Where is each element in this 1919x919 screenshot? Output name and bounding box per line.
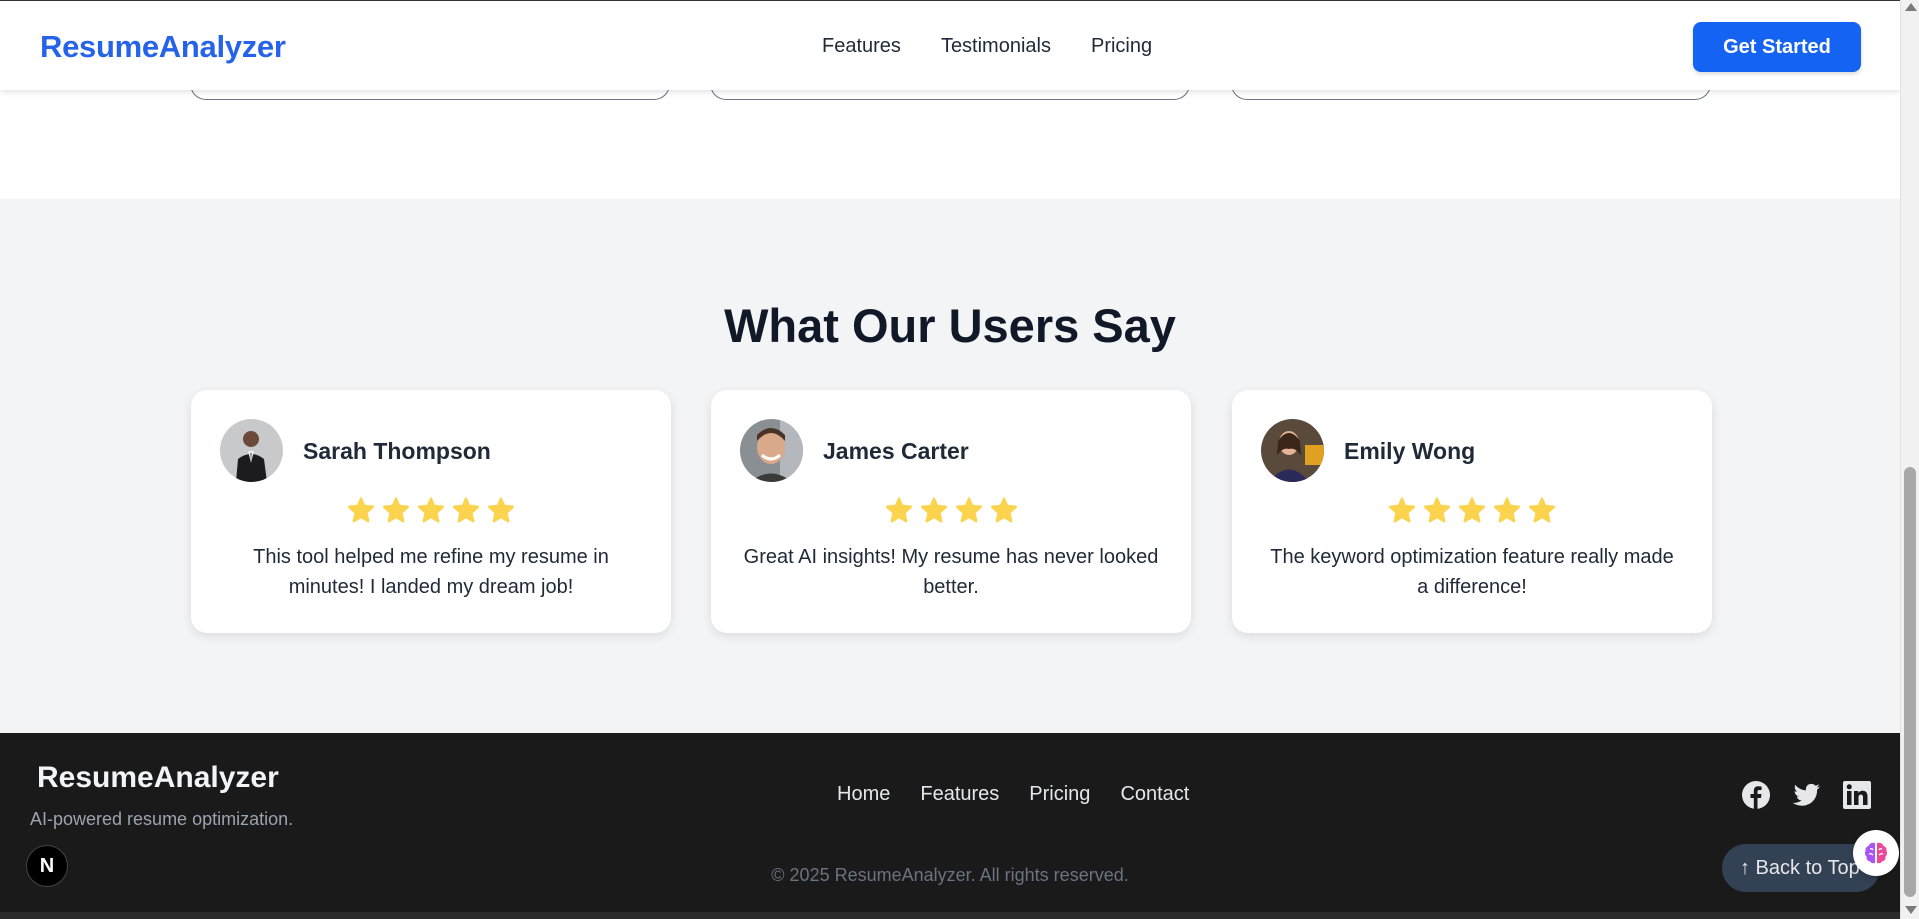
reviewer-name: Sarah Thompson [303,438,491,464]
star-icon [417,497,445,523]
star-icon [487,497,515,523]
copyright-text: © 2025 ResumeAnalyzer. All rights reserv… [771,865,1129,885]
footer-link-home[interactable]: Home [837,783,890,806]
twitter-icon[interactable] [1791,780,1821,810]
assistant-fab[interactable] [1853,830,1899,876]
page-scrollbar[interactable] [1900,0,1919,919]
star-icon [955,497,982,523]
top-navbar: ResumeAnalyzer Features Testimonials Pri… [0,0,1900,90]
reviewer-name: James Carter [823,438,969,464]
star-rating [191,496,671,524]
testimonial-quote: Great AI insights! My resume has never l… [743,546,1159,598]
star-icon [920,497,947,523]
star-icon [1458,497,1486,523]
star-icon [885,497,912,523]
testimonial-card: James Carter Great AI insights! My resum… [711,390,1191,633]
page-viewport: ResumeAnalyzer Features Testimonials Pri… [0,0,1900,919]
nav-link-features[interactable]: Features [822,35,901,58]
brain-icon [1864,842,1888,864]
scroll-up-arrow-icon[interactable] [1905,3,1917,11]
scroll-down-arrow-icon[interactable] [1905,906,1917,914]
footer-link-features[interactable]: Features [920,783,999,806]
avatar [740,419,803,482]
star-icon [382,497,410,523]
testimonial-quote: The keyword optimization feature really … [1270,546,1674,598]
nav-link-pricing[interactable]: Pricing [1091,35,1152,58]
get-started-button[interactable]: Get Started [1693,22,1861,72]
brand-logo[interactable]: ResumeAnalyzer [40,29,286,65]
facebook-icon[interactable] [1741,780,1771,810]
star-icon [1388,497,1416,523]
reviewer-name: Emily Wong [1344,438,1476,464]
scroll-thumb[interactable] [1904,467,1916,897]
testimonial-card: Emily Wong The keyword optimization feat… [1232,390,1712,633]
footer-tagline: AI-powered resume optimization. [30,809,294,829]
footer-links: Home Features Pricing Contact [837,783,1189,806]
nav-links: Features Testimonials Pricing [822,35,1152,58]
star-icon [452,497,480,523]
star-icon [1528,497,1556,523]
star-icon [990,497,1017,523]
footer-brand: ResumeAnalyzer [37,761,279,794]
star-rating [1232,496,1712,524]
star-rating [711,496,1191,524]
avatar [220,419,283,482]
avatar [1261,419,1324,482]
taskbar-strip [0,912,1900,919]
nav-link-testimonials[interactable]: Testimonials [941,35,1051,58]
star-icon [1493,497,1521,523]
footer-link-contact[interactable]: Contact [1120,783,1189,806]
testimonial-quote: This tool helped me refine my resume in … [253,546,609,598]
star-icon [1423,497,1451,523]
testimonial-card: Sarah Thompson This tool helped me refin… [191,390,671,633]
section-title: What Our Users Say [724,299,1176,352]
dev-tools-badge[interactable]: N [26,845,68,887]
linkedin-icon[interactable] [1842,780,1872,810]
footer-link-pricing[interactable]: Pricing [1029,783,1090,806]
star-icon [347,497,375,523]
